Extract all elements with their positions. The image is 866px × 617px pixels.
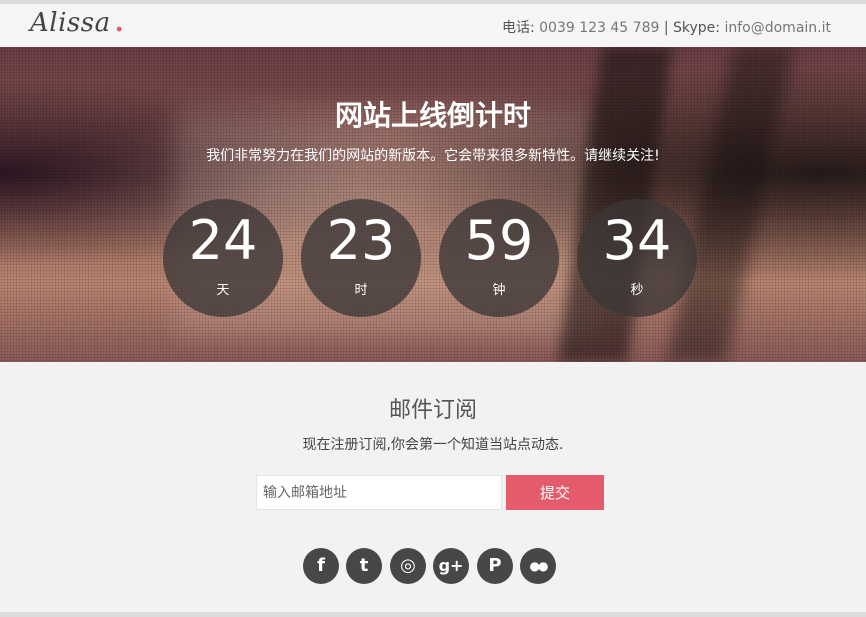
- submit-button[interactable]: 提交: [506, 475, 604, 510]
- pinterest-icon[interactable]: P: [477, 548, 513, 584]
- phone-number: 0039 123 45 789: [539, 20, 660, 36]
- skype-label: Skype:: [673, 20, 721, 36]
- logo-dot: .: [114, 8, 125, 38]
- header-bar: Alissa. 电话: 0039 123 45 789 | Skype: inf…: [0, 4, 866, 47]
- countdown-hours: 23 时: [301, 199, 421, 317]
- subscribe-description: 现在注册订阅,你会第一个知道当站点动态.: [302, 437, 564, 453]
- facebook-icon[interactable]: f: [303, 548, 339, 584]
- contact-info: 电话: 0039 123 45 789 | Skype: info@domain…: [502, 17, 831, 37]
- google-plus-icon[interactable]: g+: [433, 548, 469, 584]
- minutes-value: 59: [464, 209, 534, 272]
- hours-unit: 时: [354, 283, 368, 298]
- contact-separator: |: [663, 20, 669, 36]
- days-unit: 天: [216, 283, 230, 298]
- email-input[interactable]: [256, 475, 502, 510]
- hours-value: 23: [326, 209, 396, 272]
- countdown-minutes: 59 钟: [439, 199, 559, 317]
- minutes-unit: 钟: [492, 283, 506, 298]
- phone-label: 电话:: [501, 20, 535, 36]
- countdown-subtitle: 我们非常努力在我们的网站的新版本。它会带来很多新特性。请继续关注!: [206, 148, 660, 164]
- hero-banner: 网站上线倒计时 我们非常努力在我们的网站的新版本。它会带来很多新特性。请继续关注…: [0, 47, 866, 362]
- twitter-icon[interactable]: t: [346, 548, 382, 584]
- flickr-icon[interactable]: ●●: [520, 548, 556, 584]
- bottom-border: [0, 612, 866, 617]
- days-value: 24: [188, 209, 258, 272]
- subscribe-title: 邮件订阅: [388, 398, 477, 423]
- seconds-unit: 秒: [630, 283, 644, 298]
- countdown-title: 网站上线倒计时: [334, 99, 531, 132]
- countdown-seconds: 34 秒: [577, 199, 697, 317]
- dribbble-icon[interactable]: ◎: [390, 548, 426, 584]
- countdown-days: 24 天: [163, 199, 283, 317]
- skype-id: info@domain.it: [724, 20, 831, 36]
- site-logo[interactable]: Alissa.: [30, 8, 124, 38]
- seconds-value: 34: [602, 209, 672, 272]
- logo-text: Alissa: [30, 8, 111, 38]
